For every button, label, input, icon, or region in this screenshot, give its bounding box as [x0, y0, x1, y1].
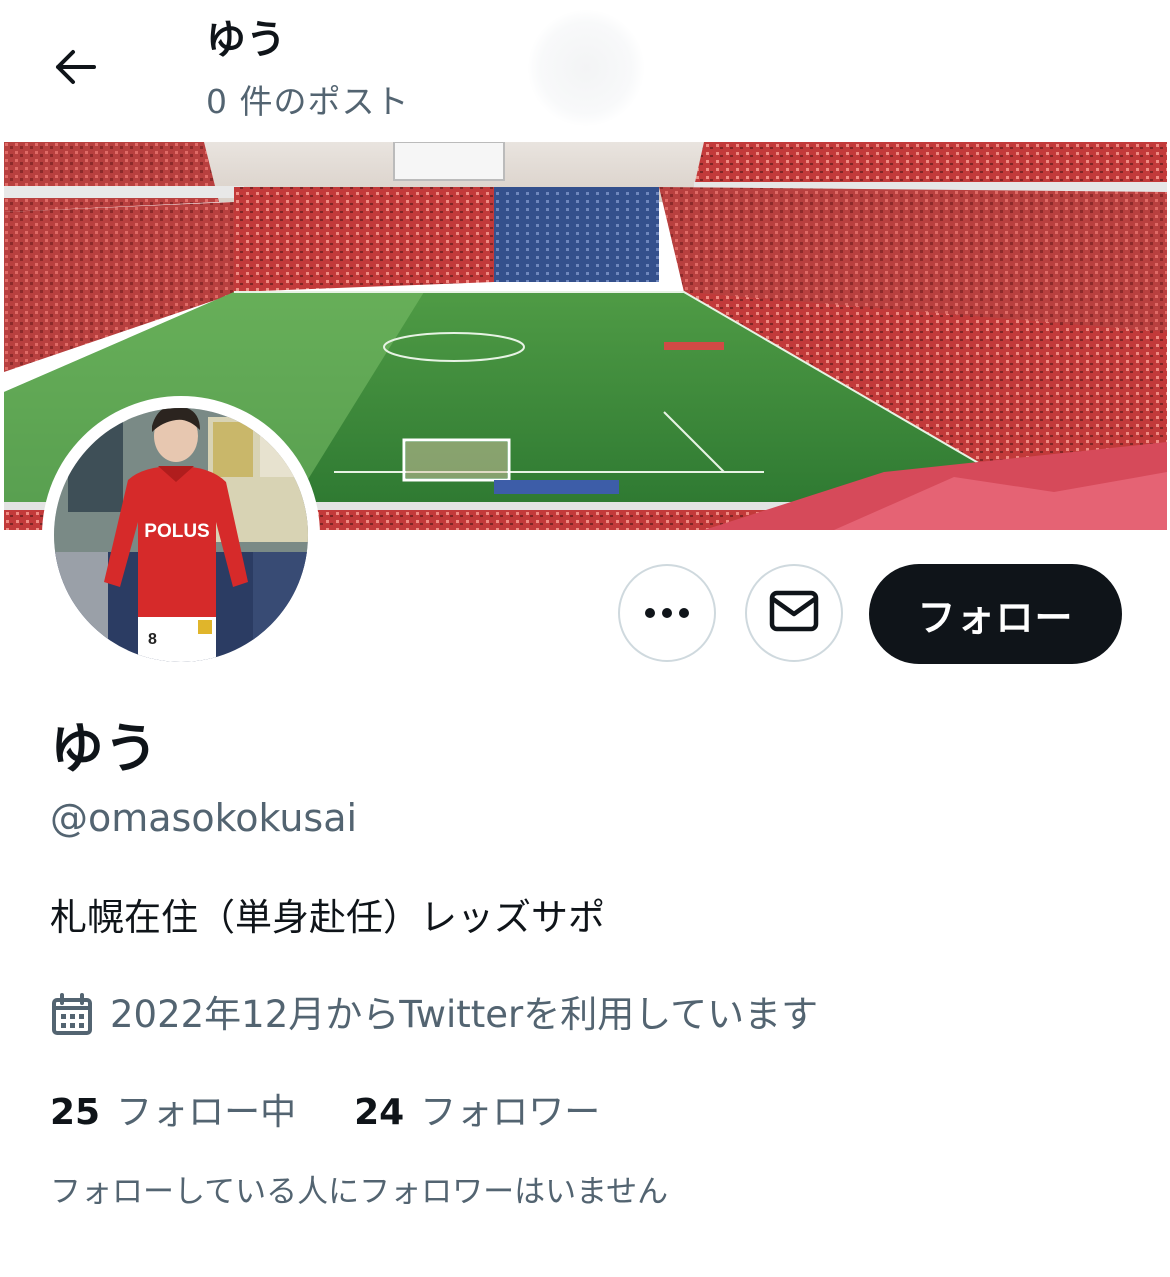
more-options-button[interactable]	[618, 564, 716, 662]
follow-button[interactable]: フォロー	[869, 564, 1122, 664]
header-name: ゆう	[206, 17, 286, 63]
more-dots-icon	[644, 604, 690, 623]
user-bio: 札幌在住（単身赴任）レッズサポ	[50, 896, 605, 939]
back-button[interactable]	[40, 34, 110, 104]
top-header: ゆう 0 件のポスト	[0, 0, 1170, 140]
header-blur-decoration	[528, 10, 644, 126]
followers-link[interactable]: 24 フォロワー	[354, 1083, 600, 1135]
calendar-icon	[50, 992, 96, 1038]
message-button[interactable]	[745, 564, 843, 662]
avatar-jersey-text: POLUS	[144, 521, 209, 542]
joined-text: 2022年12月からTwitterを利用しています	[110, 993, 819, 1036]
followers-count: 24	[354, 1092, 405, 1133]
following-count: 25	[50, 1092, 101, 1133]
arrow-left-icon	[52, 47, 98, 91]
following-label: フォロー中	[116, 1092, 297, 1133]
following-link[interactable]: 25 フォロー中	[50, 1083, 296, 1135]
avatar[interactable]: POLUS 8	[48, 402, 314, 668]
header-post-count: 0 件のポスト	[206, 82, 410, 121]
follow-stats: 25 フォロー中 24 フォロワー	[50, 1084, 600, 1134]
mutual-followers-note: フォローしている人にフォロワーはいません	[50, 1174, 669, 1210]
avatar-shorts-number: 8	[148, 631, 157, 648]
display-name: ゆう	[50, 717, 158, 780]
joined-date: 2022年12月からTwitterを利用しています	[50, 990, 818, 1040]
envelope-icon	[769, 590, 819, 636]
followers-label: フォロワー	[420, 1092, 601, 1133]
user-handle: @omasokokusai	[50, 796, 358, 840]
